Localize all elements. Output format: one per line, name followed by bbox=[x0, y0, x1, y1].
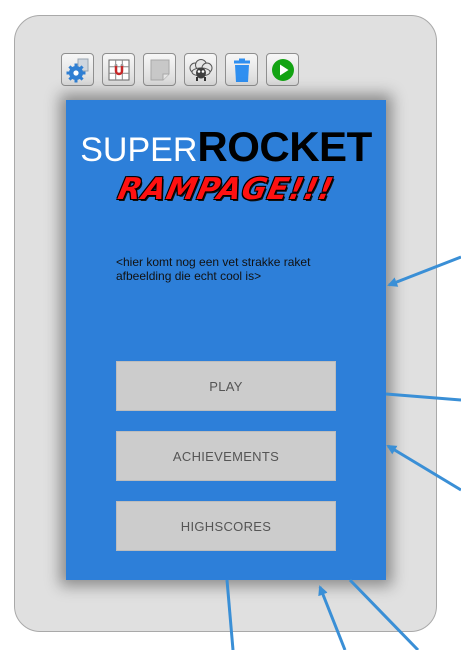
annotation-arrow-achievements bbox=[386, 444, 461, 492]
annotation-arrow-bottom bbox=[318, 585, 347, 650]
annotation-arrow-image bbox=[387, 255, 461, 287]
annotation-line-play bbox=[385, 392, 461, 402]
annotation-line-bottom-right bbox=[348, 578, 420, 650]
annotation-line-bottom-left bbox=[225, 579, 235, 650]
annotation-arrows bbox=[225, 255, 461, 650]
